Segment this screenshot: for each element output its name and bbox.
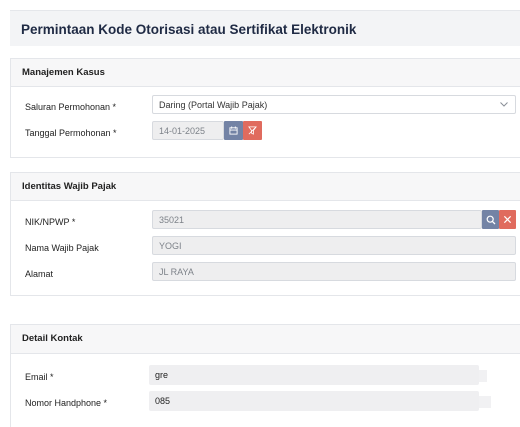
address-label: Alamat (25, 269, 54, 279)
taxpayer-identity-title: Identitas Wajib Pajak (22, 181, 117, 192)
page-header: Permintaan Kode Otorisasi atau Sertifika… (10, 10, 520, 46)
date-label: Tanggal Permohonan * (25, 128, 117, 138)
channel-select[interactable]: Daring (Portal Wajib Pajak) (152, 95, 516, 114)
clear-date-button[interactable] (243, 121, 262, 140)
channel-label: Saluran Permohonan * (25, 102, 117, 112)
case-management-header: Manajemen Kasus (11, 59, 520, 87)
phone-input[interactable]: 085 (149, 391, 479, 411)
clear-nik-button[interactable] (499, 210, 516, 229)
channel-value: Daring (Portal Wajib Pajak) (159, 100, 268, 110)
filter-clear-icon (248, 126, 257, 135)
chevron-down-icon (500, 102, 508, 107)
taxpayer-identity-card: Identitas Wajib Pajak NIK/NPWP * 35021 N… (10, 172, 520, 296)
phone-input-addon (479, 396, 491, 408)
date-input[interactable]: 14-01-2025 (152, 121, 224, 140)
search-icon (486, 215, 495, 224)
address-input: JL RAYA (152, 262, 516, 281)
phone-label: Nomor Handphone * (25, 398, 108, 408)
nik-label: NIK/NPWP * (25, 217, 76, 227)
email-input[interactable]: gre (149, 365, 479, 385)
contact-details-card: Detail Kontak Email * gre Nomor Handphon… (10, 324, 520, 427)
calendar-button[interactable] (224, 121, 243, 140)
contact-details-title: Detail Kontak (22, 333, 83, 344)
name-label: Nama Wajib Pajak (25, 243, 99, 253)
contact-details-header: Detail Kontak (11, 325, 520, 354)
case-management-card: Manajemen Kasus Saluran Permohonan * Dar… (10, 58, 520, 158)
search-button[interactable] (482, 210, 499, 229)
email-label: Email * (25, 372, 54, 382)
taxpayer-identity-header: Identitas Wajib Pajak (11, 173, 520, 201)
email-input-addon (479, 370, 487, 382)
name-input: YOGI (152, 236, 516, 255)
calendar-icon (229, 126, 238, 135)
case-management-title: Manajemen Kasus (22, 67, 105, 78)
nik-input[interactable]: 35021 (152, 210, 482, 229)
page-title: Permintaan Kode Otorisasi atau Sertifika… (21, 22, 357, 37)
close-icon (503, 215, 512, 224)
